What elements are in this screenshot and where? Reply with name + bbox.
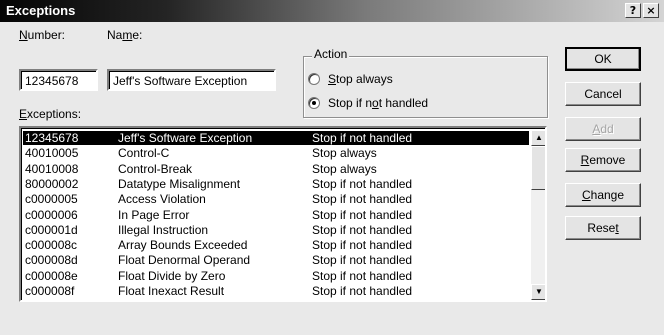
exception-action: Stop if not handled (312, 176, 413, 191)
change-button[interactable]: Change (565, 183, 641, 207)
exception-code: 80000002 (25, 176, 79, 191)
exception-name: Float Denormal Operand (118, 253, 251, 268)
name-label: Name: (107, 28, 143, 42)
list-item[interactable]: c000001d Illegal Instruction Stop if not h… (23, 223, 529, 237)
exception-action: Stop if not handled (312, 207, 413, 222)
exception-code: c0000006 (25, 207, 78, 222)
stop-if-not-handled-label[interactable]: Stop if not handled (328, 96, 428, 110)
list-item[interactable]: c000008d Float Denormal Operand Stop if no… (23, 253, 529, 267)
exception-name: Access Violation (118, 192, 206, 207)
exception-name: Float Divide by Zero (118, 268, 226, 283)
remove-button[interactable]: Remove (565, 148, 641, 172)
list-item[interactable]: 40010008 Control-Break Stop always (23, 162, 529, 176)
exception-name: Jeff's Software Exception (118, 131, 253, 145)
exceptions-dialog: Exceptions ? × Number: 12345678 Name: Je… (0, 0, 664, 335)
exception-code: 12345678 (25, 131, 79, 145)
scroll-thumb[interactable] (531, 146, 545, 190)
exception-code: 40010005 (25, 146, 79, 161)
exception-name: In Page Error (118, 207, 190, 222)
cancel-button[interactable]: Cancel (565, 82, 641, 106)
ok-button[interactable]: OK (565, 47, 641, 71)
close-button[interactable]: × (643, 3, 659, 18)
list-item[interactable]: 40010005 Control-C Stop always (23, 146, 529, 160)
stop-always-label[interactable]: Stop always (328, 72, 393, 86)
exceptions-label: Exceptions: (19, 107, 82, 121)
number-input[interactable]: 12345678 (19, 69, 98, 91)
reset-button[interactable]: Reset (565, 216, 641, 240)
exception-action: Stop if not handled (312, 131, 413, 145)
list-item[interactable]: c0000005 Access Violation Stop if not hand… (23, 192, 529, 206)
exceptions-list[interactable]: 12345678 Jeff's Software Exception Stop if… (19, 126, 547, 302)
list-item[interactable]: c0000006 In Page Error Stop if not handled (23, 208, 529, 222)
exception-action: Stop if not handled (312, 238, 413, 253)
exception-action: Stop if not handled (312, 222, 413, 237)
list-item[interactable]: 12345678 Jeff's Software Exception Stop if… (23, 131, 529, 145)
add-button[interactable]: Add (565, 117, 641, 141)
exception-name: Illegal Instruction (118, 222, 209, 237)
radio-selected-dot (312, 101, 316, 105)
scroll-up-icon: ▲ (535, 133, 543, 142)
exception-name: Control-Break (118, 161, 193, 176)
exception-code: c000001d (25, 222, 78, 237)
list-scrollbar[interactable]: ▲ ▼ (531, 130, 545, 300)
list-item[interactable]: c000008c Array Bounds Exceeded Stop if not… (23, 238, 529, 252)
help-button[interactable]: ? (625, 3, 641, 18)
list-item[interactable]: c000008e Float Divide by Zero Stop if not … (23, 269, 529, 283)
exception-action: Stop always (312, 146, 377, 161)
exception-code: c0000005 (25, 192, 78, 207)
list-item[interactable]: 80000002 Datatype Misalignment Stop if not… (23, 177, 529, 191)
stop-always-radio[interactable] (308, 73, 320, 85)
help-icon: ? (629, 4, 637, 17)
exception-code: c000008f (25, 284, 75, 298)
name-input[interactable]: Jeff's Software Exception (107, 69, 276, 91)
stop-if-not-handled-radio[interactable] (308, 97, 320, 109)
window-title: Exceptions (6, 3, 76, 18)
exception-action: Stop if not handled (312, 192, 413, 207)
exception-code: c000008e (25, 268, 78, 283)
number-label: Number: (19, 28, 66, 42)
scroll-up-button[interactable]: ▲ (531, 130, 545, 146)
exception-name: Control-C (118, 146, 170, 161)
list-item[interactable]: c000008f Float Inexact Result Stop if not … (23, 284, 529, 298)
exception-name: Datatype Misalignment (118, 176, 241, 191)
close-icon: × (646, 4, 656, 17)
exception-action: Stop always (312, 161, 377, 176)
exception-code: c000008c (25, 238, 78, 253)
exception-name: Array Bounds Exceeded (118, 238, 248, 253)
exception-action: Stop if not handled (312, 268, 413, 283)
title-bar: Exceptions ? × (0, 0, 664, 22)
exception-code: c000008d (25, 253, 78, 268)
exception-name: Float Inexact Result (118, 284, 225, 298)
exception-code: 40010008 (25, 161, 79, 176)
scroll-down-button[interactable]: ▼ (531, 284, 545, 300)
scroll-down-icon: ▼ (535, 287, 543, 296)
exception-action: Stop if not handled (312, 284, 413, 298)
exception-action: Stop if not handled (312, 253, 413, 268)
action-legend: Action (312, 47, 350, 61)
